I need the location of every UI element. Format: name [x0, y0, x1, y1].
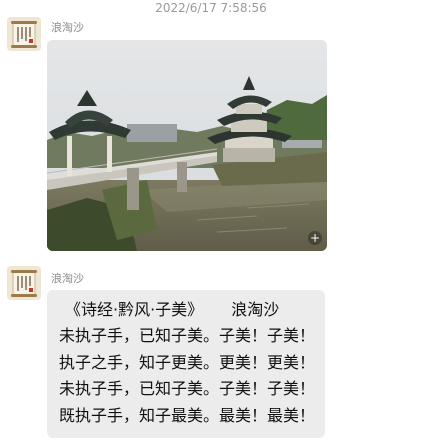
pavilion-bridge-photo: [47, 40, 327, 251]
scroll-calligraphy-avatar-icon: [7, 17, 41, 51]
message-timestamp: 2022/6/17 7:58:56: [155, 1, 267, 15]
poem-author: 浪淘沙: [231, 300, 280, 319]
poem-line: 未执子手，已知子美。子美！子美！: [59, 326, 316, 346]
sender-name: 浪淘沙: [51, 21, 84, 34]
poem-title: 《诗经·黔风·子美》: [65, 300, 204, 319]
text-message-bubble[interactable]: 《诗经·黔风·子美》 浪淘沙 未执子手，已知子美。子美！子美！ 执子之手，知子更…: [47, 290, 325, 438]
sender-avatar[interactable]: [7, 17, 41, 51]
poem-line: 既执子手，知子最美。最美！最美！: [59, 405, 316, 425]
poem-line: 执子之手，知子更美。更美！更美！: [59, 352, 316, 372]
poem-title-row: 《诗经·黔风·子美》 浪淘沙: [59, 297, 317, 323]
poem-line: 未执子手，已知子美。子美！子美！: [59, 379, 316, 399]
expand-image-plus-icon[interactable]: +: [308, 231, 322, 245]
sender-name: 浪淘沙: [51, 272, 84, 285]
sender-avatar[interactable]: [7, 266, 41, 300]
scroll-calligraphy-avatar-icon: [7, 266, 41, 300]
image-message[interactable]: +: [47, 40, 327, 251]
